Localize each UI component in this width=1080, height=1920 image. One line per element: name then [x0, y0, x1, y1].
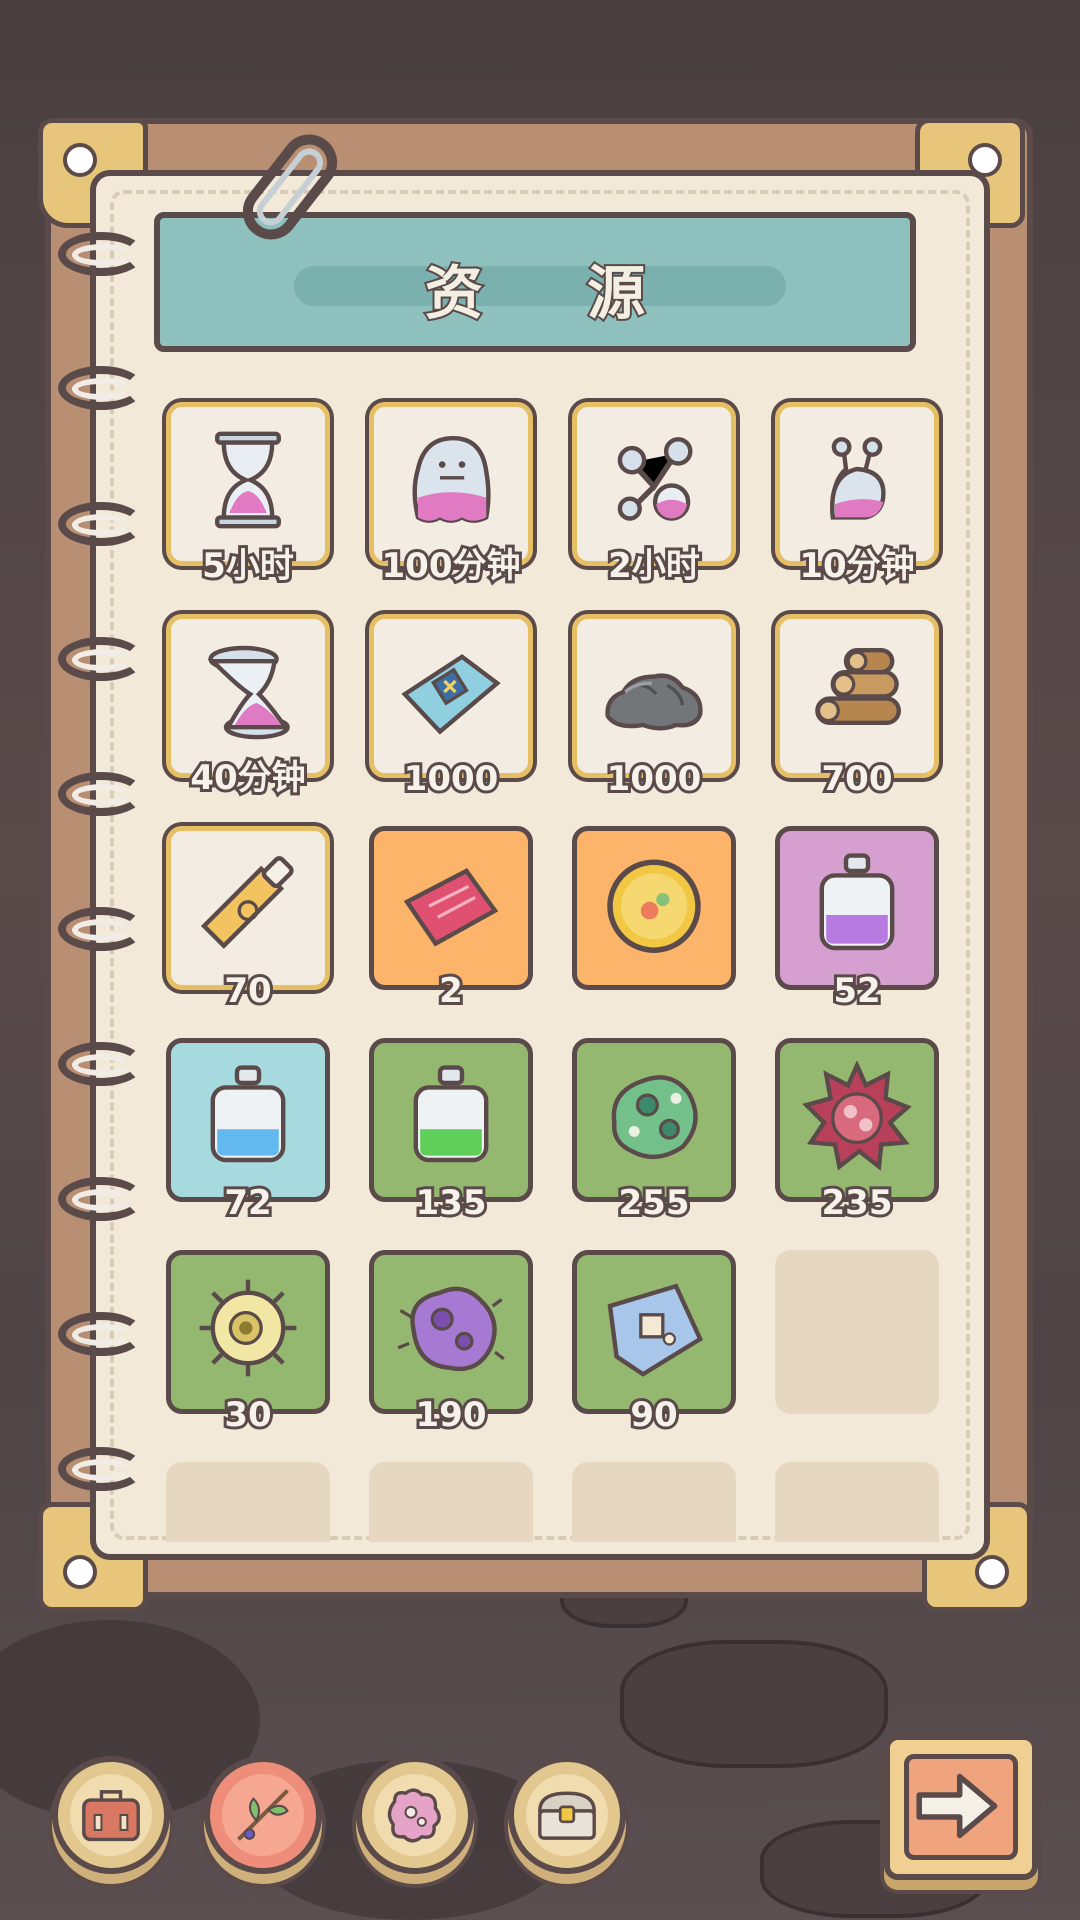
twisted-hourglass-icon: [207, 645, 290, 740]
purple-bacteria-icon: [397, 1286, 505, 1372]
treasure-button[interactable]: [508, 1756, 626, 1874]
resource-count: 30: [221, 1392, 274, 1438]
blueprint-ticket-icon: [401, 654, 501, 735]
coin-icon: [607, 859, 701, 953]
resource-count: 190: [413, 1392, 490, 1438]
resource-slot[interactable]: 255: [572, 1038, 736, 1226]
resource-count: 100分钟: [379, 543, 524, 589]
empty-slot: [775, 1250, 939, 1414]
resource-count: 1000: [604, 756, 705, 802]
resource-slot[interactable]: 235: [775, 1038, 939, 1226]
resource-slot[interactable]: 2: [369, 826, 533, 1014]
resource-count: 52: [830, 968, 883, 1014]
resource-slot[interactable]: 700: [775, 614, 939, 802]
briefcase-button[interactable]: [52, 1756, 170, 1874]
herb-branch-icon: [237, 1789, 289, 1841]
red-virus-icon: [802, 1061, 912, 1171]
resource-slot[interactable]: [572, 826, 736, 990]
resource-count: 72: [221, 1180, 274, 1226]
resource-slot[interactable]: 52: [775, 826, 939, 1014]
empty-slot: [775, 1462, 939, 1542]
green-virus-icon: [611, 1075, 698, 1159]
yellow-cell-icon: [199, 1279, 297, 1377]
resource-slot[interactable]: 1000: [369, 614, 533, 802]
resource-count: 2: [436, 968, 466, 1014]
red-ticket-icon: [403, 868, 499, 947]
resource-slot[interactable]: 190: [369, 1250, 533, 1438]
empty-slot: [572, 1462, 736, 1542]
resource-slot[interactable]: 10分钟: [775, 402, 939, 589]
puzzle-bone-icon: [387, 1788, 441, 1843]
glue-tube-icon: [200, 856, 294, 949]
page-title: 资 源: [423, 257, 688, 329]
resource-count: 40分钟: [187, 755, 308, 801]
ghost-potion-icon: [412, 435, 491, 523]
puzzle-button[interactable]: [356, 1756, 474, 1874]
next-page-button[interactable]: [884, 1734, 1038, 1880]
green-bottle-icon: [413, 1065, 489, 1163]
empty-slot: [369, 1462, 533, 1542]
treasure-chest-icon: [538, 1791, 596, 1840]
herb-button[interactable]: [204, 1756, 322, 1874]
snail-potion-icon: [830, 437, 886, 520]
resource-slot[interactable]: 2小时: [572, 402, 736, 589]
molecule-flask-icon: [617, 437, 693, 521]
resource-count: 235: [819, 1180, 896, 1226]
hourglass-icon: [215, 431, 281, 529]
briefcase-icon: [82, 1790, 140, 1842]
resource-count: 5小时: [199, 543, 297, 589]
blue-specimen-icon: [607, 1283, 704, 1377]
resource-slot[interactable]: 70: [166, 826, 330, 1014]
resource-count: 135: [413, 1180, 490, 1226]
blue-bottle-icon: [210, 1065, 286, 1163]
resource-count: 1000: [401, 756, 502, 802]
resource-slot[interactable]: 90: [572, 1250, 736, 1438]
purple-bottle-icon: [819, 853, 895, 951]
arrow-right-icon: [916, 1773, 998, 1839]
resource-count: 2小时: [605, 543, 703, 589]
resource-count: 90: [627, 1392, 680, 1438]
resource-slot[interactable]: 40分钟: [166, 614, 330, 801]
empty-slot: [166, 1462, 330, 1542]
stone-icon: [605, 673, 703, 731]
resource-slot[interactable]: 5小时: [166, 402, 330, 589]
resource-slot[interactable]: 135: [369, 1038, 533, 1226]
resource-count: 700: [819, 756, 896, 802]
resource-count: 255: [616, 1180, 693, 1226]
resource-slot[interactable]: 30: [166, 1250, 330, 1438]
resource-slot[interactable]: 72: [166, 1038, 330, 1226]
resource-count: 70: [221, 968, 274, 1014]
resource-slot[interactable]: 100分钟: [369, 402, 533, 589]
resource-slot[interactable]: 1000: [572, 614, 736, 802]
wood-logs-icon: [815, 648, 901, 725]
resource-count: 10分钟: [796, 543, 917, 589]
